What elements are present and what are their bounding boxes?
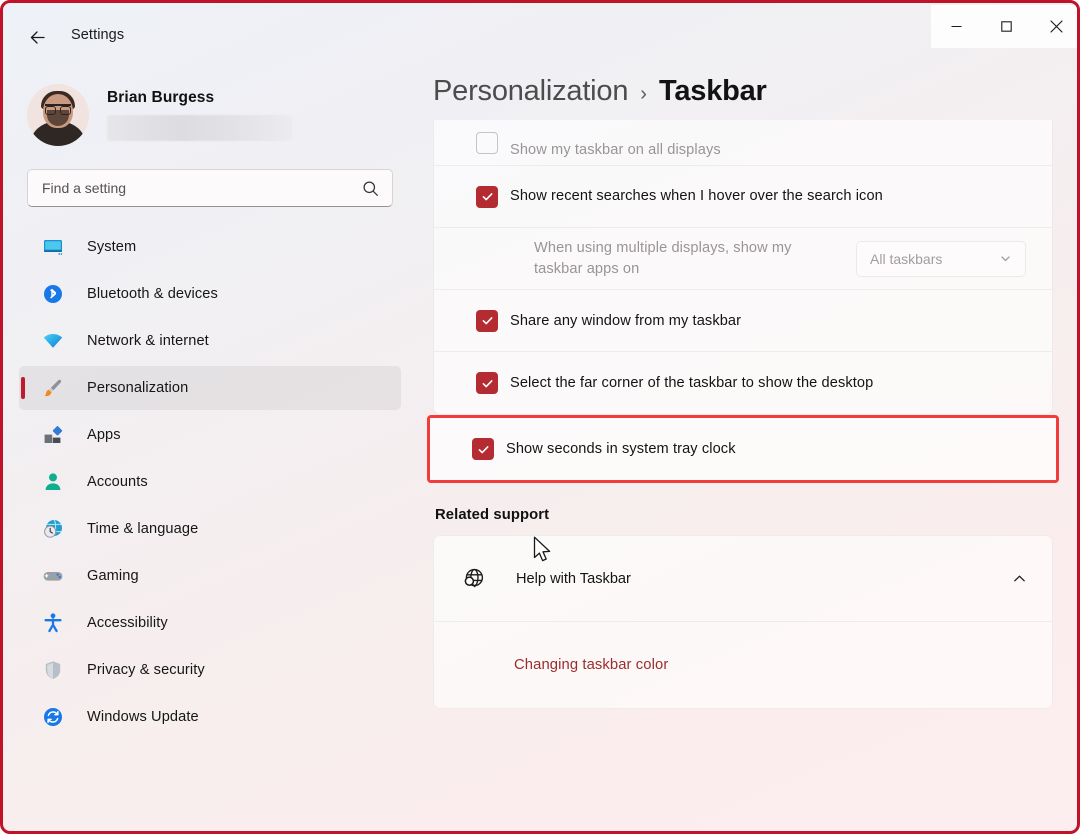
- setting-row-show-recent-searches[interactable]: Show recent searches when I hover over t…: [434, 166, 1052, 228]
- close-icon: [1049, 19, 1064, 34]
- sidebar-item-label: Bluetooth & devices: [87, 286, 218, 302]
- minimize-button[interactable]: [933, 5, 979, 48]
- related-support-title: Related support: [435, 507, 550, 524]
- monitor-icon: [41, 235, 65, 259]
- account-summary[interactable]: Brian Burgess: [19, 69, 401, 161]
- checkbox-show-recent-searches[interactable]: [476, 185, 498, 208]
- avatar: [27, 84, 89, 146]
- taskbar-seconds-card: Show seconds in system tray clock: [430, 418, 1056, 481]
- sidebar-item-label: Windows Update: [87, 709, 199, 725]
- search-input[interactable]: Find a setting: [27, 169, 393, 207]
- setting-label: When using multiple displays, show my ta…: [534, 240, 792, 277]
- sidebar-item-gaming[interactable]: Gaming: [19, 554, 401, 598]
- support-link-changing-taskbar-color[interactable]: Changing taskbar color: [514, 657, 668, 673]
- chevron-up-icon[interactable]: [1011, 570, 1028, 587]
- sidebar-item-personalization[interactable]: Personalization: [19, 366, 401, 410]
- checkbox-far-corner-show-desktop[interactable]: [476, 372, 498, 395]
- sidebar-item-apps[interactable]: Apps: [19, 413, 401, 457]
- setting-label: Show recent searches when I hover over t…: [510, 188, 883, 205]
- taskbar-behaviors-card: Show my taskbar on all displays Show rec…: [433, 120, 1053, 416]
- account-email-redacted: [107, 115, 292, 141]
- breadcrumb-parent[interactable]: Personalization: [433, 75, 628, 108]
- sidebar-item-system[interactable]: System: [19, 225, 401, 269]
- person-icon: [41, 470, 65, 494]
- maximize-icon: [1000, 20, 1013, 33]
- sidebar-item-label: Accounts: [87, 474, 148, 490]
- sidebar-item-time-language[interactable]: Time & language: [19, 507, 401, 551]
- minimize-icon: [950, 20, 963, 33]
- arrow-left-icon: [27, 27, 48, 48]
- setting-row-show-taskbar-all-displays[interactable]: Show my taskbar on all displays: [434, 120, 1052, 166]
- checkbox-share-any-window[interactable]: [476, 309, 498, 332]
- sidebar-item-accounts[interactable]: Accounts: [19, 460, 401, 504]
- setting-label: Select the far corner of the taskbar to …: [510, 375, 874, 392]
- chevron-down-icon: [999, 252, 1012, 265]
- close-button[interactable]: [1033, 5, 1077, 48]
- setting-label: Share any window from my taskbar: [510, 312, 742, 329]
- search-placeholder: Find a setting: [42, 180, 127, 196]
- breadcrumb-separator-icon: ›: [640, 83, 647, 105]
- sidebar-item-label: Network & internet: [87, 333, 209, 349]
- maximize-button[interactable]: [983, 5, 1029, 48]
- setting-row-show-seconds-system-tray-clock[interactable]: Show seconds in system tray clock: [430, 418, 1056, 480]
- annotation-highlight-box: Show seconds in system tray clock: [427, 415, 1059, 484]
- sidebar-item-label: Apps: [87, 427, 121, 443]
- settings-window: Settings Brian Burgess Find a setting Sy…: [0, 0, 1080, 834]
- sidebar-item-label: Time & language: [87, 521, 199, 537]
- sidebar: Brian Burgess Find a setting System Blue…: [3, 69, 417, 831]
- sidebar-item-network-internet[interactable]: Network & internet: [19, 319, 401, 363]
- setting-row-share-any-window[interactable]: Share any window from my taskbar: [434, 290, 1052, 353]
- sidebar-item-label: Personalization: [87, 380, 189, 396]
- dropdown-taskbar-apps-on[interactable]: All taskbars: [856, 240, 1026, 277]
- paintbrush-icon: [41, 376, 65, 400]
- accessibility-icon: [41, 611, 65, 635]
- window-controls: [931, 5, 1077, 48]
- support-link-row[interactable]: Changing taskbar color: [434, 622, 1052, 708]
- setting-label: Show my taskbar on all displays: [510, 142, 721, 159]
- bluetooth-icon: [41, 282, 65, 306]
- account-name: Brian Burgess: [107, 89, 215, 106]
- breadcrumb: Personalization › Taskbar: [433, 59, 1053, 120]
- app-title: Settings: [71, 27, 125, 43]
- help-with-taskbar-row[interactable]: Help with Taskbar: [434, 536, 1052, 623]
- sidebar-item-label: System: [87, 239, 137, 255]
- shield-icon: [41, 658, 65, 682]
- sidebar-item-label: Gaming: [87, 568, 139, 584]
- main-content: Personalization › Taskbar Show my taskba…: [417, 59, 1077, 831]
- gamepad-icon: [41, 564, 65, 588]
- checkbox-show-taskbar-all-displays[interactable]: [476, 131, 498, 154]
- setting-row-multiple-displays[interactable]: When using multiple displays, show my ta…: [434, 228, 1052, 291]
- update-icon: [41, 705, 65, 729]
- sidebar-item-windows-update[interactable]: Windows Update: [19, 695, 401, 739]
- clock-globe-icon: [41, 517, 65, 541]
- setting-row-far-corner-show-desktop[interactable]: Select the far corner of the taskbar to …: [434, 352, 1052, 414]
- page-title: Taskbar: [658, 75, 767, 107]
- setting-label: Show seconds in system tray clock: [506, 441, 736, 458]
- back-button[interactable]: [21, 21, 53, 53]
- checkbox-show-seconds-system-tray-clock[interactable]: [472, 438, 494, 461]
- globe-search-icon: [458, 564, 488, 594]
- sidebar-item-bluetooth-devices[interactable]: Bluetooth & devices: [19, 272, 401, 316]
- related-support-card: Help with Taskbar Changing taskbar color: [433, 535, 1053, 710]
- sidebar-item-privacy-security[interactable]: Privacy & security: [19, 648, 401, 692]
- wifi-icon: [41, 329, 65, 353]
- sidebar-item-label: Accessibility: [87, 615, 168, 631]
- sidebar-item-label: Privacy & security: [87, 662, 205, 678]
- dropdown-value: All taskbars: [870, 250, 943, 267]
- apps-icon: [41, 423, 65, 447]
- selection-accent-bar: [21, 377, 25, 399]
- sidebar-nav: System Bluetooth & devices Network & int…: [19, 225, 401, 739]
- help-with-taskbar-label: Help with Taskbar: [516, 570, 631, 587]
- sidebar-item-accessibility[interactable]: Accessibility: [19, 601, 401, 645]
- search-icon: [362, 180, 379, 202]
